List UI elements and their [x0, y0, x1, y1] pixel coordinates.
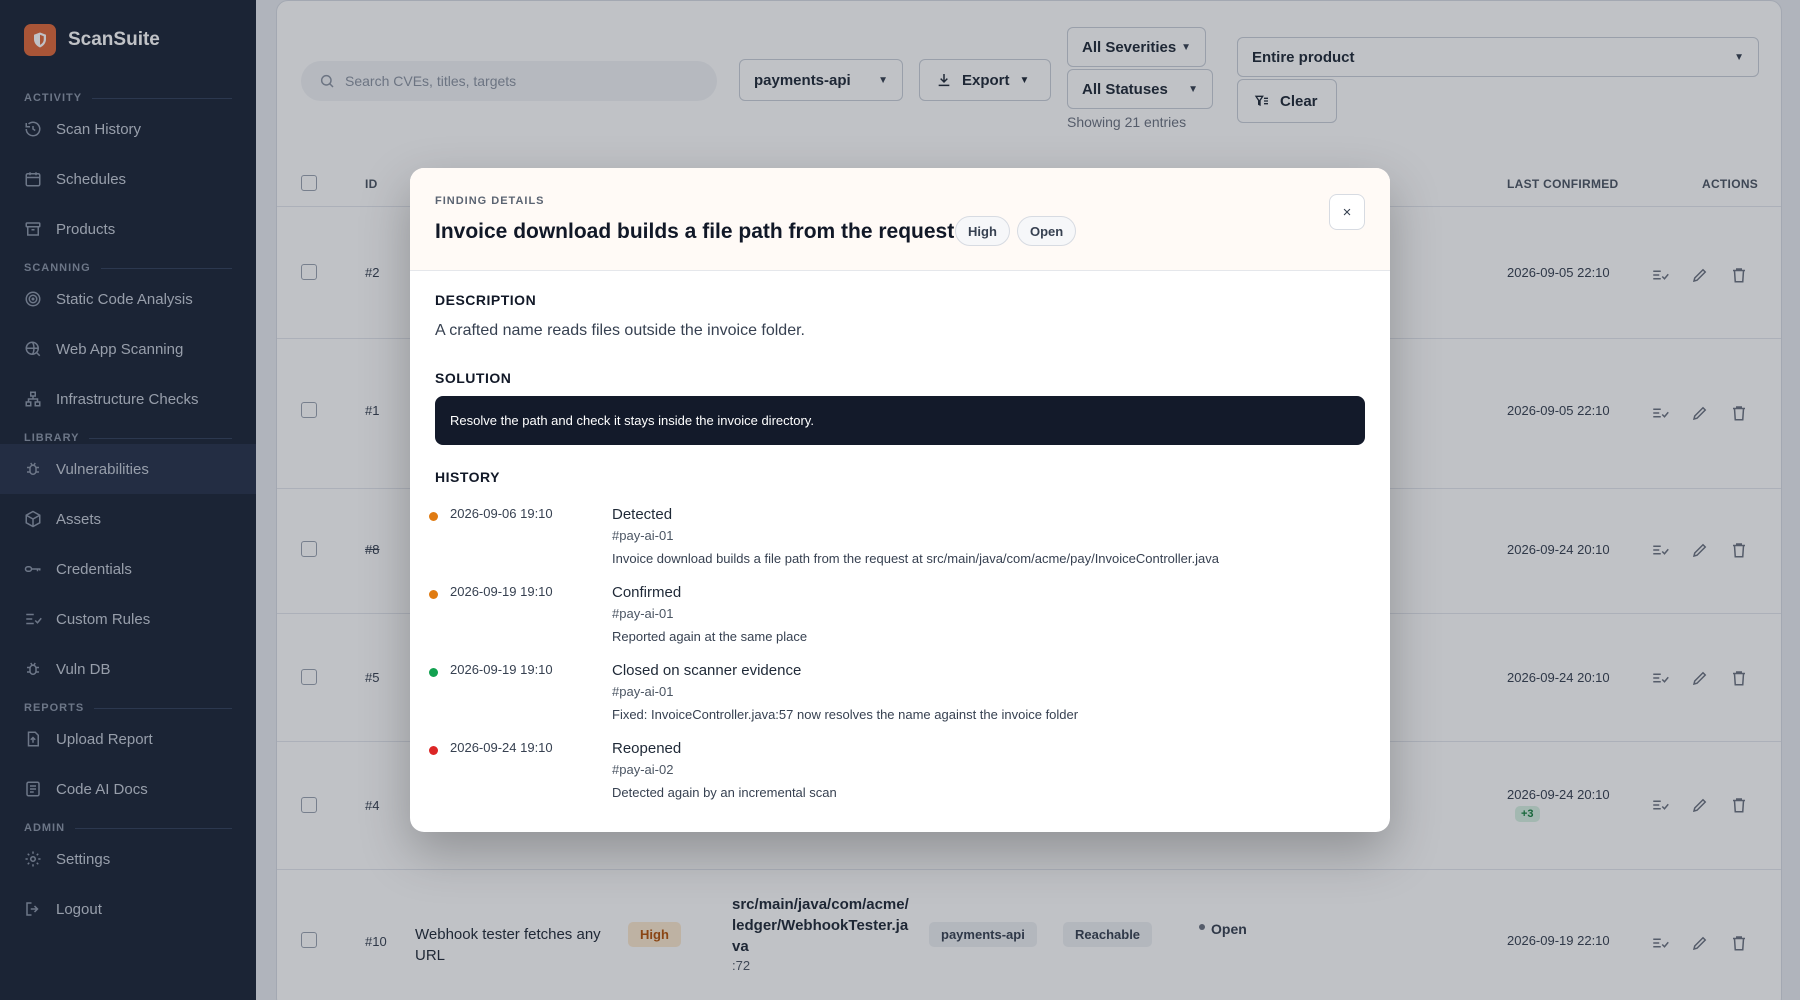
status-badge: Open: [1017, 216, 1077, 246]
modal-title: Invoice download builds a file path from…: [435, 220, 955, 243]
solution-heading: SOLUTION: [435, 370, 512, 386]
solution-text: Resolve the path and check it stays insi…: [450, 413, 814, 428]
history-event: Detected: [612, 506, 673, 523]
history-dot: [429, 668, 438, 677]
description-text: A crafted name reads files outside the i…: [435, 322, 805, 339]
close-button[interactable]: ×: [1329, 194, 1365, 230]
history-date: 2026-09-19 19:10: [450, 584, 553, 599]
history-dot: [429, 512, 438, 521]
history-ref: #pay-ai-01: [612, 684, 674, 699]
modal-eyebrow: FINDING DETAILS: [435, 195, 545, 207]
history-event: Reopened: [612, 740, 682, 757]
history-date: 2026-09-19 19:10: [450, 662, 553, 677]
history-detail: Detected again by an incremental scan: [612, 785, 837, 800]
close-icon: ×: [1342, 203, 1352, 221]
history-heading: HISTORY: [435, 469, 500, 485]
severity-badge: High: [955, 216, 1010, 246]
history-ref: #pay-ai-01: [612, 606, 674, 621]
history-event: Closed on scanner evidence: [612, 662, 802, 679]
history-dot: [429, 746, 438, 755]
history-date: 2026-09-24 19:10: [450, 740, 553, 755]
history-detail: Reported again at the same place: [612, 629, 808, 644]
history-detail: Invoice download builds a file path from…: [612, 551, 1219, 566]
modal-header: FINDING DETAILS Invoice download builds …: [410, 168, 1390, 271]
history-ref: #pay-ai-02: [612, 762, 674, 777]
finding-details-modal: FINDING DETAILS Invoice download builds …: [410, 168, 1390, 832]
history-ref: #pay-ai-01: [612, 528, 674, 543]
history-date: 2026-09-06 19:10: [450, 506, 553, 521]
history-detail: Fixed: InvoiceController.java:57 now res…: [612, 707, 1079, 722]
history-dot: [429, 590, 438, 599]
solution-block: Resolve the path and check it stays insi…: [435, 396, 1365, 445]
history-event: Confirmed: [612, 584, 682, 601]
description-heading: DESCRIPTION: [435, 292, 537, 308]
